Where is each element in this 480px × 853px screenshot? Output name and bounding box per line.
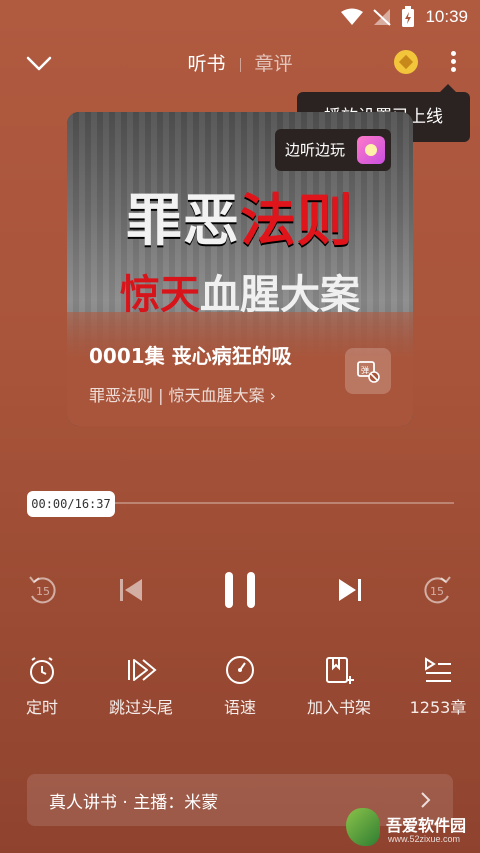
svg-text:弹: 弹	[361, 365, 369, 375]
narrator-text: 真人讲书 · 主播：米蒙	[49, 793, 219, 813]
cover-title: 罪恶法则	[126, 188, 354, 254]
playback-controls: 15 15	[0, 566, 480, 614]
status-time: 10:39	[425, 7, 468, 26]
action-row: 定时 跳过头尾 语速 加入书架 1253章	[0, 654, 480, 720]
battery-charging-icon	[402, 6, 415, 27]
danmu-off-icon: 弹	[357, 361, 380, 383]
watermark: 吾爱软件园 www.52zixue.com	[340, 798, 476, 850]
danmu-toggle-button[interactable]: 弹	[345, 348, 391, 394]
tab-comments[interactable]: 章评	[247, 49, 301, 76]
skip-intro-button[interactable]: 跳过头尾	[101, 654, 181, 718]
pause-icon[interactable]	[222, 566, 258, 614]
badge-label: 边听边玩	[285, 141, 346, 159]
chapter-list-icon	[425, 657, 451, 682]
tab-listen[interactable]: 听书	[179, 49, 233, 76]
chapter-count-label: 1253章	[409, 698, 467, 717]
timer-button[interactable]: 定时	[2, 654, 82, 718]
game-icon	[357, 136, 385, 164]
progress-handle-time[interactable]: 00:00/16:37	[27, 491, 115, 517]
watermark-url: www.52zixue.com	[388, 834, 461, 844]
top-bar: 听书 章评	[0, 40, 480, 84]
rewind-15-icon[interactable]: 15	[26, 566, 60, 614]
forward-15-icon[interactable]: 15	[420, 566, 454, 614]
tab-divider	[239, 57, 241, 72]
status-icons: 10:39	[341, 6, 468, 28]
no-signal-icon	[373, 9, 392, 26]
previous-track-icon[interactable]	[117, 566, 145, 614]
rewind-seconds: 15	[36, 585, 50, 598]
episode-title: 0001集 丧心病狂的吸	[89, 344, 292, 368]
more-menu-icon[interactable]	[446, 48, 460, 78]
coin-icon[interactable]	[394, 50, 418, 74]
next-track-icon[interactable]	[336, 566, 364, 614]
add-to-bookshelf-button[interactable]: 加入书架	[299, 654, 379, 718]
watermark-logo-icon	[346, 808, 380, 846]
wifi-icon	[341, 8, 364, 25]
chapter-list-button[interactable]: 1253章	[398, 654, 478, 718]
bookshelf-add-icon	[326, 657, 354, 684]
speed-button[interactable]: 语速	[200, 654, 280, 718]
skip-intro-icon	[128, 659, 157, 681]
speed-label: 语速	[223, 698, 256, 717]
play-while-listening-badge[interactable]: 边听边玩	[275, 129, 391, 171]
timer-icon	[30, 657, 54, 684]
skip-intro-label: 跳过头尾	[108, 698, 173, 717]
watermark-text: 吾爱软件园	[386, 816, 467, 835]
forward-seconds: 15	[430, 585, 444, 598]
status-bar: 10:39	[0, 0, 480, 34]
episode-info: 0001集 丧心病狂的吸 罪恶法则 | 惊天血腥大案 › 弹	[67, 312, 413, 426]
timer-label: 定时	[25, 698, 58, 717]
add-to-bookshelf-label: 加入书架	[306, 698, 371, 717]
book-link[interactable]: 罪恶法则 | 惊天血腥大案 ›	[89, 382, 276, 406]
speed-icon	[226, 656, 254, 684]
